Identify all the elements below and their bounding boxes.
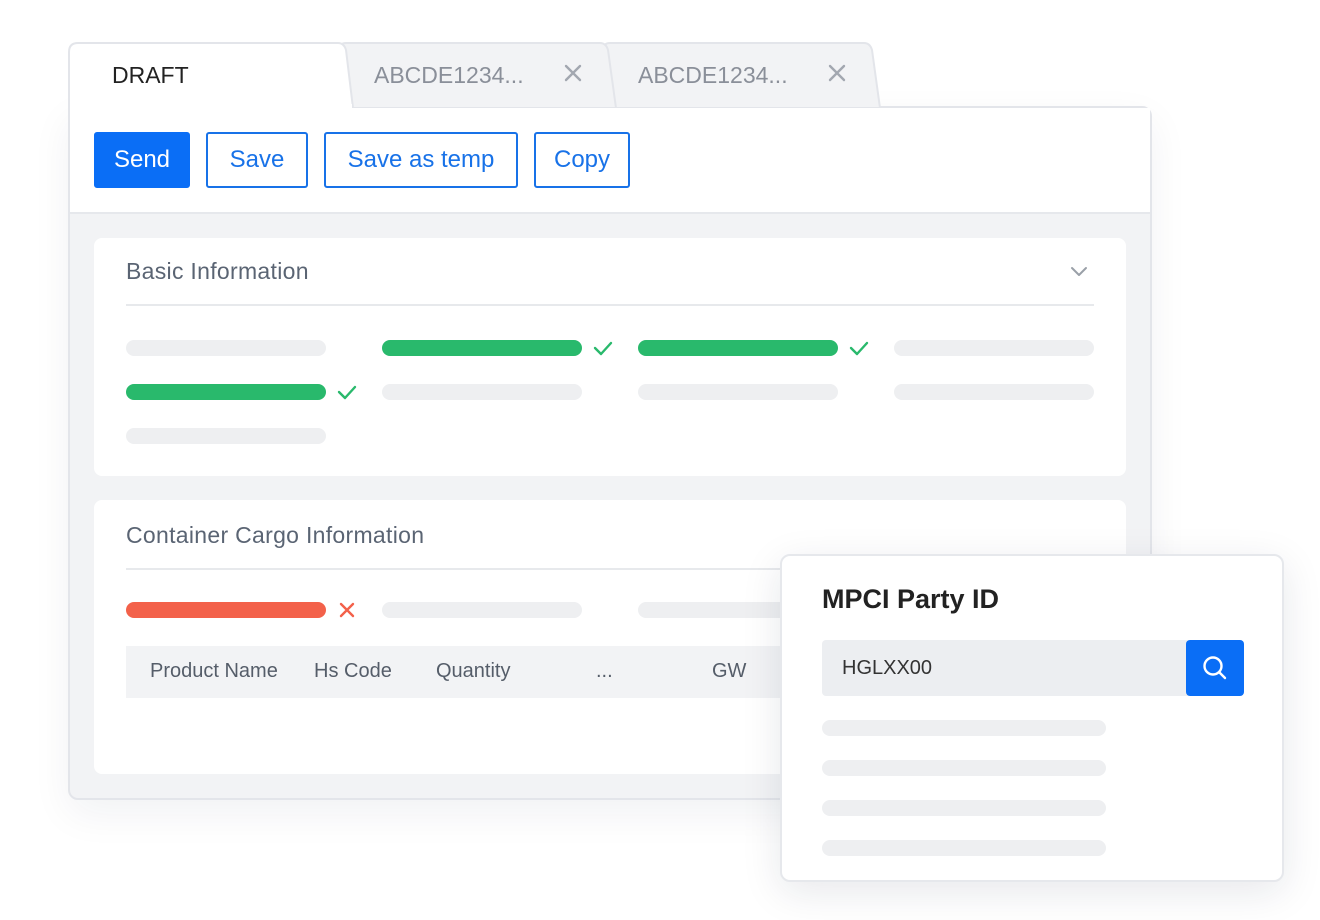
- save-button[interactable]: Save: [206, 132, 308, 188]
- field-placeholder[interactable]: [126, 428, 326, 444]
- close-icon[interactable]: [824, 60, 850, 86]
- field-placeholder[interactable]: [894, 384, 1094, 400]
- tab-shape: [68, 42, 354, 108]
- search-icon: [1203, 656, 1227, 680]
- field-placeholder[interactable]: [638, 384, 838, 400]
- field-placeholder[interactable]: [894, 340, 1094, 356]
- toolbar: Send Save Save as temp Copy: [70, 108, 1150, 214]
- field-invalid[interactable]: [126, 602, 326, 618]
- party-id-search-input[interactable]: [822, 640, 1188, 696]
- check-icon: [337, 385, 357, 400]
- field-placeholder[interactable]: [382, 602, 582, 618]
- chevron-down-icon[interactable]: [1068, 264, 1090, 280]
- field-valid[interactable]: [638, 340, 838, 356]
- tab-label: DRAFT: [112, 62, 189, 88]
- basic-information-section: Basic Information: [94, 238, 1126, 476]
- result-placeholder[interactable]: [822, 800, 1106, 816]
- section-title: Container Cargo Information: [126, 522, 425, 548]
- cargo-table-header: Product Name Hs Code Quantity ... GW: [126, 646, 826, 698]
- column-header: ...: [596, 660, 613, 682]
- result-placeholder[interactable]: [822, 720, 1106, 736]
- save-as-temp-button[interactable]: Save as temp: [324, 132, 518, 188]
- result-placeholder[interactable]: [822, 760, 1106, 776]
- tab-document-1[interactable]: ABCDE1234...: [338, 42, 618, 108]
- tab-document-2[interactable]: ABCDE1234...: [602, 42, 882, 108]
- check-icon: [593, 341, 613, 356]
- check-icon: [849, 341, 869, 356]
- error-x-icon: [339, 602, 355, 618]
- party-id-popup: MPCI Party ID: [780, 554, 1284, 882]
- column-header: GW: [712, 660, 747, 682]
- field-valid[interactable]: [382, 340, 582, 356]
- close-icon[interactable]: [560, 60, 586, 86]
- search-button[interactable]: [1186, 640, 1244, 696]
- column-header: Quantity: [436, 660, 511, 682]
- result-placeholder[interactable]: [822, 840, 1106, 856]
- field-placeholder[interactable]: [382, 384, 582, 400]
- popup-title: MPCI Party ID: [822, 584, 1000, 614]
- section-divider: [126, 304, 1094, 306]
- send-button[interactable]: Send: [94, 132, 190, 188]
- tab-label: ABCDE1234...: [638, 62, 788, 88]
- copy-button[interactable]: Copy: [534, 132, 630, 188]
- field-placeholder[interactable]: [126, 340, 326, 356]
- section-title: Basic Information: [126, 258, 309, 284]
- tab-label: ABCDE1234...: [374, 62, 524, 88]
- column-header: Hs Code: [314, 660, 392, 682]
- tab-draft[interactable]: DRAFT: [68, 42, 354, 108]
- field-valid[interactable]: [126, 384, 326, 400]
- column-header: Product Name: [150, 660, 278, 682]
